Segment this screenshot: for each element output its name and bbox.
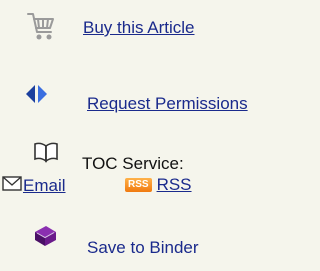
email-link[interactable]: Email	[23, 176, 66, 196]
binder-book-icon[interactable]	[32, 224, 58, 248]
rss-link[interactable]: RSS	[157, 175, 192, 195]
open-book-icon	[34, 142, 58, 163]
save-binder-row[interactable]: Save to Binder	[0, 222, 296, 262]
rss-link-group[interactable]: RSS RSS	[125, 175, 192, 195]
diamond-arrows-icon[interactable]	[24, 82, 50, 106]
envelope-icon[interactable]	[2, 176, 22, 191]
toc-service-label: TOC Service:	[82, 154, 184, 173]
request-permissions-link[interactable]: Request Permissions	[87, 94, 248, 114]
buy-article-link[interactable]: Buy this Article	[83, 18, 195, 38]
toc-service-block: TOC Service: Email RSS RSS	[0, 140, 296, 210]
buy-article-row[interactable]: Buy this Article	[0, 8, 296, 54]
save-binder-link[interactable]: Save to Binder	[87, 238, 199, 258]
request-permissions-row[interactable]: Request Permissions	[0, 80, 296, 120]
rss-badge-icon[interactable]: RSS	[125, 178, 152, 192]
shopping-cart-icon[interactable]	[26, 10, 56, 44]
